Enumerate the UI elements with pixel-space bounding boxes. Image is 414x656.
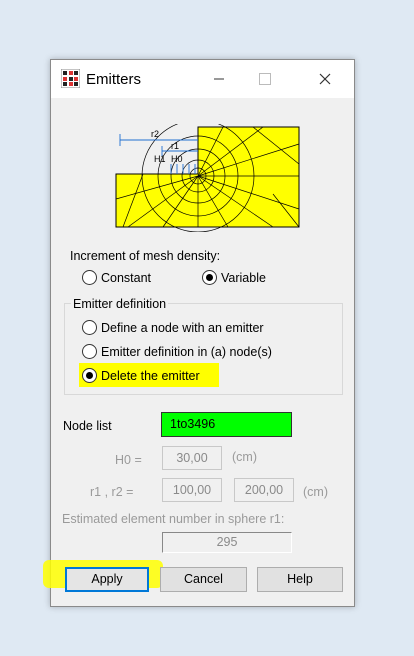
r1-label: r1 (171, 141, 179, 151)
radio-define-node[interactable] (82, 320, 97, 335)
h0-label: H0 (171, 154, 183, 164)
minimize-icon (214, 78, 224, 80)
close-button[interactable] (303, 64, 347, 94)
h0-value: 30,00 (176, 451, 208, 465)
r1-value: 100,00 (172, 483, 212, 497)
node-list-input[interactable]: 1to3496 (161, 412, 292, 437)
mesh-diagram: r2 r1 H1 H0 (115, 124, 300, 232)
help-button[interactable]: Help (257, 567, 343, 592)
cancel-button[interactable]: Cancel (160, 567, 247, 592)
emitter-definition-legend: Emitter definition (71, 297, 169, 311)
node-list-label: Node list (63, 419, 112, 433)
r2-label: r2 (151, 129, 159, 139)
estimated-label: Estimated element number in sphere r1: (62, 512, 285, 526)
variable-label[interactable]: Variable (221, 271, 266, 285)
emitter-in-nodes-label[interactable]: Emitter definition in (a) node(s) (101, 345, 272, 359)
radio-emitter-in-nodes[interactable] (82, 344, 97, 359)
apply-button[interactable]: Apply (65, 567, 149, 592)
apply-label: Apply (91, 572, 123, 586)
close-icon (319, 73, 331, 85)
minimize-button[interactable] (197, 64, 241, 94)
radio-variable[interactable] (202, 270, 217, 285)
radio-constant[interactable] (82, 270, 97, 285)
h1-label: H1 (154, 154, 166, 164)
r1-input: 100,00 (162, 478, 222, 502)
h0-unit: (cm) (232, 450, 257, 464)
h0-input: 30,00 (162, 446, 222, 470)
delete-emitter-label[interactable]: Delete the emitter (101, 369, 200, 383)
title-bar: Emitters (51, 60, 354, 98)
r2-input: 200,00 (234, 478, 294, 502)
r1r2-field-label: r1 , r2 = (90, 485, 134, 499)
increment-label: Increment of mesh density: (70, 249, 221, 263)
help-label: Help (287, 572, 313, 586)
node-list-value: 1to3496 (170, 417, 216, 431)
app-icon (61, 69, 80, 88)
estimated-output: 295 (162, 532, 292, 553)
maximize-icon (259, 73, 271, 85)
constant-label[interactable]: Constant (101, 271, 151, 285)
maximize-button (243, 64, 287, 94)
r1r2-unit: (cm) (303, 485, 328, 499)
estimated-value: 295 (216, 535, 238, 549)
window-title: Emitters (86, 71, 142, 88)
define-node-label[interactable]: Define a node with an emitter (101, 321, 264, 335)
emitters-dialog: Emitters r2 r1 H1 H0 Increment of mesh d… (43, 59, 355, 607)
h0-field-label: H0 = (115, 453, 142, 467)
cancel-label: Cancel (184, 572, 223, 586)
radio-delete-emitter[interactable] (82, 368, 97, 383)
r2-value: 200,00 (244, 483, 284, 497)
